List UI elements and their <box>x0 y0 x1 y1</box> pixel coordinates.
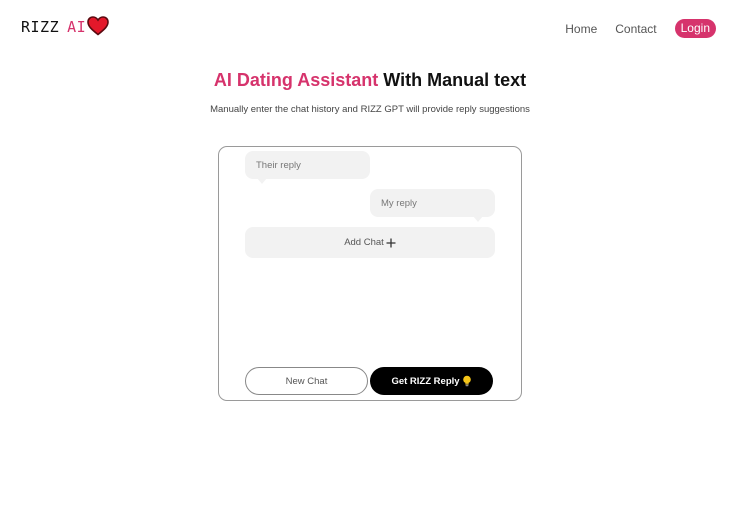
new-chat-label: New Chat <box>285 375 328 387</box>
my-reply-input[interactable]: My reply <box>370 189 495 222</box>
get-rizz-reply-label: Get RIZZ Reply <box>391 375 460 387</box>
their-reply-input[interactable]: Their reply <box>245 151 370 184</box>
my-reply-placeholder: My reply <box>381 197 417 209</box>
page-title: AI Dating Assistant With Manual text <box>0 70 740 91</box>
page-subtitle: Manually enter the chat history and RIZZ… <box>210 104 530 115</box>
add-chat-label: Add Chat <box>344 237 384 248</box>
nav-contact-link[interactable]: Contact <box>615 22 656 36</box>
top-nav: Home Contact Login <box>565 19 716 38</box>
get-rizz-reply-button[interactable]: Get RIZZ Reply <box>370 367 493 395</box>
logo-text-ai: AI <box>67 18 87 36</box>
login-button[interactable]: Login <box>674 19 716 38</box>
logo[interactable]: RIZZ AI <box>21 15 109 36</box>
plus-icon <box>386 238 396 248</box>
heart-icon <box>87 15 109 36</box>
add-chat-button[interactable]: Add Chat <box>245 227 495 258</box>
page: RIZZ AI Home Contact Login AI Dating Ass… <box>0 0 750 511</box>
nav-home-link[interactable]: Home <box>565 22 597 36</box>
chat-card: Their reply My reply Add Chat New Chat G… <box>218 146 522 401</box>
their-reply-placeholder: Their reply <box>256 159 301 171</box>
lightbulb-icon <box>462 375 472 387</box>
page-title-rest: With Manual text <box>378 70 527 90</box>
new-chat-button[interactable]: New Chat <box>245 367 368 395</box>
logo-text-rizz: RIZZ <box>21 18 60 36</box>
page-title-accent: AI Dating Assistant <box>213 70 379 90</box>
